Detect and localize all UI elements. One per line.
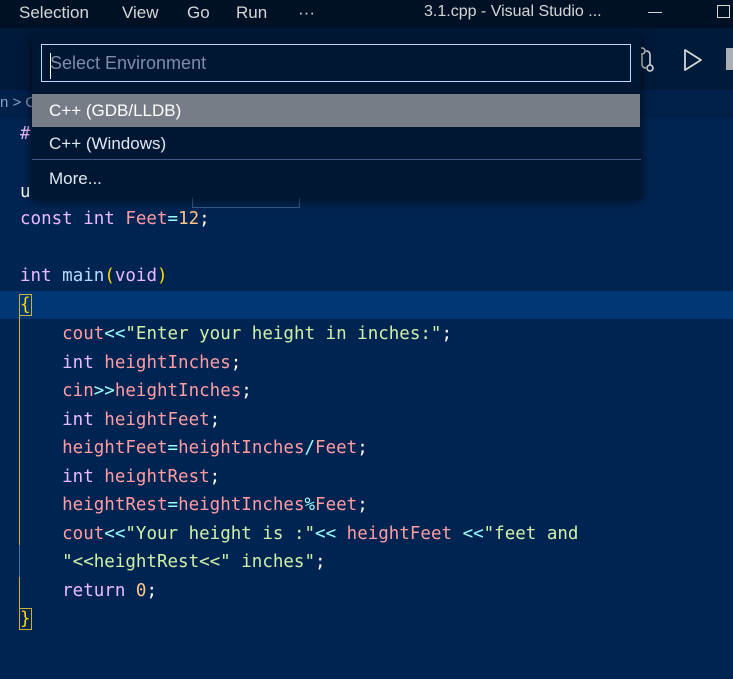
operator: << — [104, 324, 126, 344]
menu-view[interactable]: View — [122, 3, 159, 23]
environment-search-input[interactable] — [41, 44, 631, 82]
menu-selection[interactable]: Selection — [19, 3, 89, 23]
keyword: void — [114, 266, 158, 286]
operator: << — [104, 523, 126, 544]
keyword: const int — [20, 209, 126, 229]
string-literal: "<<heightRest<<" inches" — [20, 552, 316, 572]
code-line[interactable]: cin>>heightInches; — [20, 377, 578, 406]
code-line[interactable]: cout<<"Enter your height in inches:"; — [20, 320, 578, 349]
keyword: int — [20, 466, 105, 487]
identifier: Feet — [125, 209, 168, 229]
identifier: heightInches — [114, 381, 242, 401]
menu-run[interactable]: Run — [236, 3, 267, 23]
minimize-icon[interactable] — [648, 12, 662, 13]
code-line[interactable]: int heightInches; — [20, 349, 578, 378]
close-brace: } — [19, 608, 32, 630]
operator: = — [167, 438, 179, 458]
punctuation — [336, 524, 347, 544]
function-name: main — [62, 266, 105, 286]
window-title: 3.1.cpp - Visual Studio ... — [424, 3, 602, 20]
operator: = — [167, 495, 179, 515]
quick-pick-item-more[interactable]: More... — [32, 162, 641, 195]
current-line-highlight — [0, 291, 733, 319]
identifier: heightRest — [20, 495, 168, 515]
quick-pick-item-windows[interactable]: C++ (Windows) — [32, 127, 641, 160]
operator: << — [462, 523, 484, 544]
punctuation: ; — [241, 381, 252, 401]
punctuation: ; — [146, 580, 157, 601]
semicolon: ; — [199, 209, 210, 229]
identifier: Feet — [315, 495, 358, 515]
menu-go[interactable]: Go — [187, 3, 210, 23]
identifier: heightFeet — [20, 438, 168, 458]
open-brace: { — [19, 294, 32, 316]
code-line[interactable]: heightRest=heightInches%Feet; — [20, 491, 578, 520]
code-line[interactable]: heightFeet=heightInches/Feet; — [20, 434, 578, 463]
maximize-icon[interactable] — [717, 5, 730, 18]
identifier: cout — [20, 523, 105, 544]
identifier: cout — [20, 324, 105, 344]
code-line[interactable]: "<<heightRest<<" inches"; — [20, 548, 578, 577]
code-line[interactable]: int heightFeet; — [20, 406, 578, 435]
number-literal: 0 — [135, 580, 147, 601]
separator — [32, 159, 641, 160]
operator: >> — [93, 381, 115, 401]
select-environment-quick-pick: C++ (GDB/LLDB) C++ (Windows) More... — [32, 36, 641, 198]
code-line[interactable]: int heightRest; — [20, 463, 578, 492]
punctuation: ; — [315, 552, 326, 572]
code-line[interactable]: return 0; — [20, 577, 578, 606]
punctuation — [452, 524, 463, 544]
punctuation: ; — [230, 352, 242, 373]
string-literal: "feet and — [483, 523, 579, 544]
string-literal: "Your height is :" — [125, 523, 316, 544]
punctuation: ; — [357, 438, 368, 458]
code-body[interactable]: cout<<"Enter your height in inches:"; in… — [20, 320, 578, 605]
punctuation: ; — [357, 495, 368, 515]
quick-pick-item-gdb[interactable]: C++ (GDB/LLDB) — [32, 94, 640, 127]
identifier: Feet — [315, 438, 358, 458]
operator: << — [315, 523, 337, 544]
punctuation: ; — [441, 324, 452, 344]
keyword: return — [20, 580, 136, 601]
identifier: heightFeet — [346, 523, 453, 544]
identifier: heightInches — [178, 438, 305, 458]
code-line-close-brace[interactable]: } — [19, 605, 32, 634]
operator: % — [304, 495, 316, 515]
split-editor-icon[interactable] — [726, 48, 733, 70]
code-line-using[interactable]: u — [20, 178, 31, 207]
keyword: int — [20, 352, 105, 373]
run-icon[interactable] — [681, 46, 705, 74]
identifier: heightInches — [104, 352, 231, 373]
text-caret — [50, 53, 51, 79]
identifier: heightRest — [104, 466, 210, 487]
code-line-open-brace[interactable]: { — [19, 291, 32, 320]
using-partial: u — [20, 182, 31, 202]
title-bar: Selection View Go Run ··· 3.1.cpp - Visu… — [0, 0, 733, 28]
number-literal: 12 — [178, 209, 200, 229]
identifier: heightInches — [178, 495, 305, 515]
punctuation: ; — [209, 409, 221, 430]
code-line-const[interactable]: const int Feet=12; — [20, 205, 210, 234]
menu-more[interactable]: ··· — [298, 3, 315, 23]
breadcrumb[interactable]: n > C — [0, 94, 36, 111]
code-line-include[interactable]: # — [20, 120, 31, 149]
keyword: int — [20, 266, 63, 286]
identifier: heightFeet — [104, 409, 210, 430]
string-literal: "Enter your height in inches:" — [125, 324, 442, 344]
operator: / — [304, 438, 316, 458]
keyword: int — [20, 409, 105, 430]
identifier: cin — [20, 381, 94, 401]
operator: = — [167, 209, 179, 229]
punctuation: ; — [209, 466, 221, 487]
paren: ) — [157, 266, 168, 286]
paren: ( — [104, 266, 115, 286]
preprocessor-hash: # — [20, 124, 31, 144]
code-line-main[interactable]: int main(void) — [20, 262, 168, 291]
code-line[interactable]: cout<<"Your height is :"<< heightFeet <<… — [20, 520, 578, 549]
